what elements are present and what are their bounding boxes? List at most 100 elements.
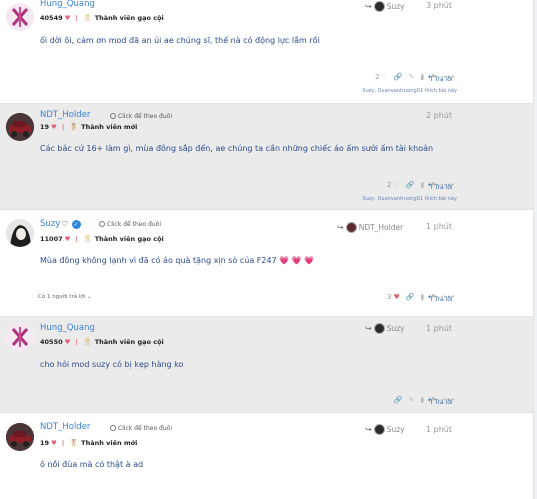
reply-button[interactable]: ↰Trả lời xyxy=(427,294,453,303)
rank-medal-icon: 🎖 xyxy=(69,123,79,131)
post-time[interactable]: 1 phút xyxy=(426,425,452,434)
heart-icon: ♥ xyxy=(51,439,57,447)
rank-medal-icon: 🎖 xyxy=(69,439,79,447)
post-body: Các bác cứ 16+ làm gì, mùa đông sắp đến,… xyxy=(40,144,434,153)
divider: | xyxy=(75,338,78,346)
username: Suzy ⛉ ✓ xyxy=(40,219,81,229)
follow-label: Click để theo đuôi xyxy=(118,425,172,432)
reply-icon: ↰ xyxy=(427,294,434,303)
user-meta: 19 ♥ | 🎖 Thành viên mới xyxy=(40,123,137,131)
like-count: 2 xyxy=(387,181,392,189)
rank-title: Thành viên gạo cội xyxy=(94,14,164,22)
username[interactable]: Hung_Quang xyxy=(40,0,95,9)
post-time[interactable]: 2 phút xyxy=(426,111,452,120)
heart-icon: ♥ xyxy=(64,14,71,22)
reply-arrow-icon: ↪ xyxy=(365,324,372,333)
reply-icon: ↰ xyxy=(427,182,434,191)
follow-button[interactable]: Click để theo đuôi xyxy=(110,425,172,432)
follow-user-icon xyxy=(99,221,105,227)
reply-button-label: Trả lời xyxy=(434,76,453,83)
reply-icon: ↰ xyxy=(427,74,434,83)
like-heart-icon[interactable]: ♡ xyxy=(382,73,388,81)
post-time[interactable]: 1 phút xyxy=(426,324,452,333)
post-body: ô nồi đùa mà có thật à ad xyxy=(40,460,144,469)
edit-icon[interactable]: ✎ xyxy=(409,73,415,81)
reply-button-label: Trả lời xyxy=(434,184,453,191)
post: Hung_Quang 40549 ♥ | 🎗 Thành viên gạo cộ… xyxy=(0,0,537,104)
avatar-logo-icon xyxy=(6,323,34,351)
avatar-logo-icon xyxy=(6,3,34,31)
replies-toggle[interactable]: Có 1 người trả lời ⌄ xyxy=(38,294,92,300)
divider: | xyxy=(61,123,65,131)
follow-button[interactable]: Click để theo đuôi xyxy=(99,221,161,228)
likers-text[interactable]: Suzy, Quanvantruong01 thích bài này xyxy=(362,196,457,202)
bookmark-icon[interactable]: ▮ xyxy=(420,73,424,81)
username-text[interactable]: Suzy xyxy=(40,219,60,229)
link-icon[interactable]: 🔗 xyxy=(406,293,415,301)
post-time[interactable]: 1 phút xyxy=(426,222,452,231)
bookmark-icon[interactable]: ▮ xyxy=(420,293,424,301)
reply-button[interactable]: ↰Trả lời xyxy=(427,74,453,83)
replies-count: Có 1 người trả lời xyxy=(38,294,86,300)
reply-avatar xyxy=(373,1,385,12)
verified-check-icon: ✓ xyxy=(71,220,81,229)
avatar[interactable] xyxy=(6,113,34,141)
avatar[interactable] xyxy=(6,3,34,31)
reply-avatar xyxy=(345,222,357,233)
reply-to-indicator[interactable]: ↪ NDT_Holder xyxy=(337,222,403,233)
likers-text[interactable]: Suzy, Quanvantruong01 thích bài này xyxy=(362,88,457,94)
heart-icon: ♥ xyxy=(64,338,71,346)
reply-arrow-icon: ↪ xyxy=(365,425,372,434)
chevron-down-icon: ⌄ xyxy=(87,294,92,300)
page-edge-divider xyxy=(533,0,537,499)
edit-icon[interactable]: ✎ xyxy=(409,396,415,404)
follow-label: Click để theo đuôi xyxy=(118,113,172,120)
reply-arrow-icon: ↪ xyxy=(365,2,372,11)
post-body: cho hỏi mod suzy có bị kẹp hàng ko xyxy=(40,360,184,369)
like-heart-icon[interactable]: ♥ xyxy=(393,293,399,301)
divider: | xyxy=(61,439,65,447)
username[interactable]: NDT_Holder xyxy=(40,110,90,120)
post-count: 19 xyxy=(40,439,50,447)
link-icon[interactable]: 🔗 xyxy=(394,396,403,404)
link-icon[interactable]: 🔗 xyxy=(394,73,403,81)
rank-title: Thành viên gạo cội xyxy=(94,338,164,346)
avatar-car-icon xyxy=(6,423,34,451)
follow-label: Click để theo đuôi xyxy=(107,221,161,228)
post: Suzy ⛉ ✓ Click để theo đuôi 11007 ♥ | 🎗 Th… xyxy=(0,210,537,317)
avatar[interactable] xyxy=(6,219,34,247)
post: NDT_Holder Click để theo đuôi 19 ♥ | 🎖 T… xyxy=(0,413,537,499)
bookmark-icon[interactable]: ▮ xyxy=(420,396,424,404)
post: Hung_Quang 40550 ♥ | 🎗 Thành viên gạo cộ… xyxy=(0,317,537,413)
reply-to-username: Suzy xyxy=(386,2,405,11)
follow-button[interactable]: Click để theo đuôi xyxy=(110,113,172,120)
divider: | xyxy=(75,235,78,243)
link-icon[interactable]: 🔗 xyxy=(406,181,415,189)
avatar-car-icon xyxy=(6,113,34,141)
avatar[interactable] xyxy=(6,323,34,351)
reply-button[interactable]: ↰Trả lời xyxy=(427,182,453,191)
rank-title: Thành viên gạo cội xyxy=(94,235,164,243)
user-meta: 11007 ♥ | 🎗 Thành viên gạo cội xyxy=(40,235,164,243)
post-time[interactable]: 3 phút xyxy=(426,1,452,10)
divider: | xyxy=(75,14,78,22)
user-meta: 40549 ♥ | 🎗 Thành viên gạo cội xyxy=(40,14,164,22)
rank-medal-icon: 🎗 xyxy=(82,338,92,346)
reply-to-username: NDT_Holder xyxy=(358,223,404,232)
heart-icon: ♥ xyxy=(51,123,57,131)
reply-to-indicator[interactable]: ↪ Suzy xyxy=(365,424,405,435)
reply-arrow-icon: ↪ xyxy=(337,223,344,232)
username[interactable]: Hung_Quang xyxy=(40,323,95,333)
reply-to-indicator[interactable]: ↪ Suzy xyxy=(365,1,405,12)
rank-medal-icon: 🎗 xyxy=(82,14,92,22)
reply-button[interactable]: ↰Trả lời xyxy=(427,397,453,406)
post-body: ối dời ôi, cảm ơn mod đã an ủi ae chúng … xyxy=(40,36,320,45)
bookmark-icon[interactable]: ▮ xyxy=(420,181,424,189)
reply-avatar xyxy=(373,424,385,435)
username[interactable]: NDT_Holder xyxy=(40,422,90,432)
like-heart-icon[interactable]: ♡ xyxy=(393,181,399,189)
reply-to-indicator[interactable]: ↪ Suzy xyxy=(365,323,405,334)
avatar[interactable] xyxy=(6,423,34,451)
post: NDT_Holder Click để theo đuôi 19 ♥ | 🎖 T… xyxy=(0,104,537,210)
user-meta: 40550 ♥ | 🎗 Thành viên gạo cội xyxy=(40,338,164,346)
